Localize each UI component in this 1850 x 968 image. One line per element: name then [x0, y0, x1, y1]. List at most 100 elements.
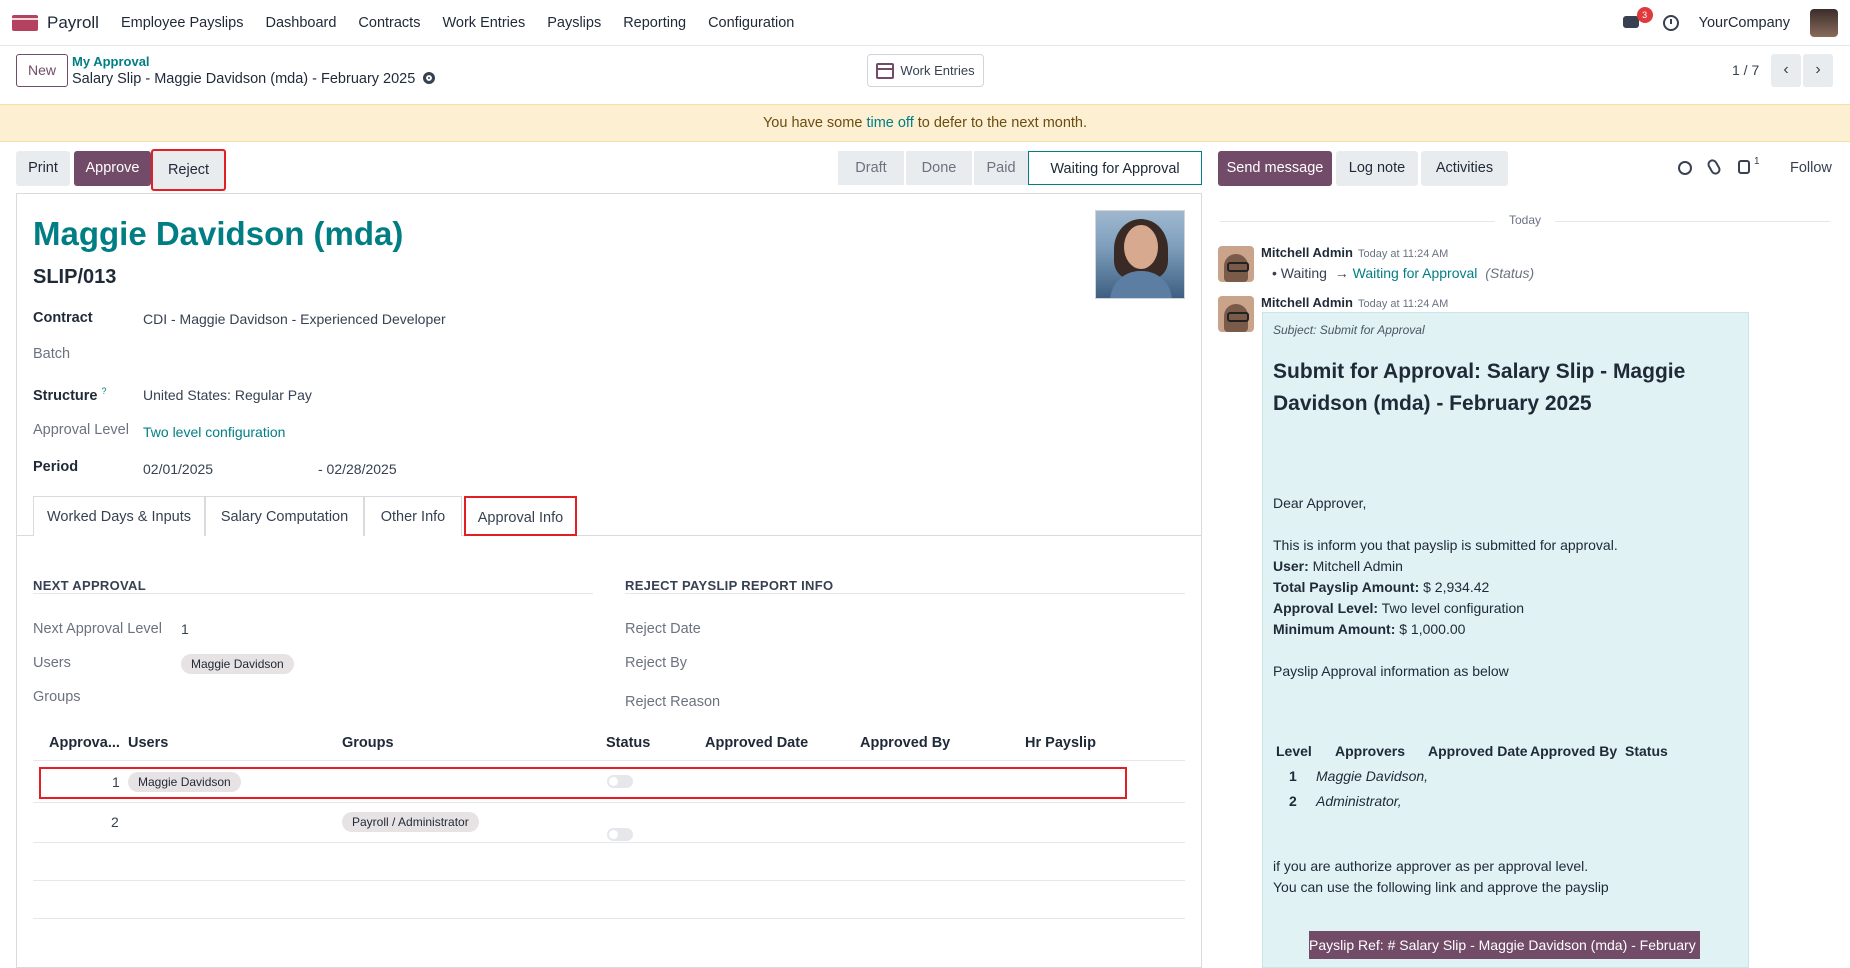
pager-prev-button[interactable]: ‹ — [1771, 54, 1801, 87]
author-avatar[interactable] — [1218, 296, 1254, 332]
paperclip-icon[interactable] — [1705, 157, 1723, 177]
contract-value[interactable]: CDI - Maggie Davidson - Experienced Deve… — [143, 311, 446, 327]
tab-other-info[interactable]: Other Info — [364, 496, 462, 536]
message-closing-2: You can use the following link and appro… — [1273, 879, 1609, 895]
col-approved-date[interactable]: Approved Date — [705, 735, 808, 751]
author-avatar[interactable] — [1218, 246, 1254, 282]
menu-reporting[interactable]: Reporting — [623, 15, 686, 31]
row-user-cell: Maggie Davidson — [128, 772, 241, 792]
mail-row-level: 1 — [1289, 768, 1297, 784]
tab-approval-info[interactable]: Approval Info — [464, 496, 577, 536]
period-to[interactable]: - 02/28/2025 — [318, 461, 397, 477]
reject-button[interactable]: Reject — [151, 149, 226, 191]
mail-row-approvers: Maggie Davidson, — [1316, 768, 1429, 784]
tracking-old: Waiting — [1280, 265, 1327, 281]
employee-photo[interactable] — [1095, 210, 1185, 299]
approval-level-label: Approval Level — [33, 422, 129, 438]
stage-draft[interactable]: Draft — [838, 151, 904, 185]
menu-payslips[interactable]: Payslips — [547, 15, 601, 31]
approval-level-value[interactable]: Two level configuration — [143, 424, 285, 440]
time-off-link[interactable]: time off — [866, 115, 913, 131]
alert-suffix: to defer to the next month. — [913, 115, 1088, 131]
pager-next-button[interactable]: › — [1803, 54, 1833, 87]
alert-prefix: You have some — [762, 115, 867, 131]
activity-clock-icon[interactable] — [1662, 15, 1679, 31]
status-toggle[interactable] — [607, 828, 633, 841]
work-entries-button[interactable]: Work Entries — [867, 54, 984, 87]
structure-value[interactable]: United States: Regular Pay — [143, 387, 312, 403]
message-time: Today at 11:24 AM — [1357, 248, 1449, 260]
followers-lock-icon[interactable] — [1738, 160, 1750, 174]
row-divider — [33, 802, 1185, 803]
mail-row-approvers: Administrator, — [1316, 793, 1402, 809]
log-note-button[interactable]: Log note — [1336, 151, 1418, 186]
batch-label: Batch — [33, 346, 71, 362]
menu-employee-payslips[interactable]: Employee Payslips — [121, 15, 244, 31]
row-divider — [33, 918, 1185, 919]
top-navbar: Payroll Employee Payslips Dashboard Cont… — [0, 0, 1850, 46]
col-status[interactable]: Status — [606, 735, 650, 751]
tracking-new: Waiting for Approval — [1352, 265, 1478, 281]
row-divider — [33, 880, 1185, 881]
messages-icon[interactable]: 3 — [1622, 7, 1653, 31]
message-heading: Submit for Approval: Salary Slip - Maggi… — [1273, 360, 1686, 415]
user-avatar[interactable] — [1810, 9, 1838, 37]
row-user-tag[interactable]: Maggie Davidson — [128, 772, 241, 792]
table-header-divider — [33, 760, 1185, 761]
follow-button[interactable]: Follow — [1790, 160, 1832, 176]
message-time: Today at 11:24 AM — [1357, 298, 1449, 310]
stage-waiting-for-approval[interactable]: Waiting for Approval — [1028, 151, 1202, 185]
col-approved-by[interactable]: Approved By — [860, 735, 950, 751]
menu-work-entries[interactable]: Work Entries — [442, 15, 525, 31]
send-message-button[interactable]: Send message — [1218, 151, 1332, 186]
row-level: 1 — [112, 774, 120, 790]
app-name[interactable]: Payroll — [47, 13, 99, 33]
tracking-line: • Waiting → Waiting for Approval (Status… — [1272, 265, 1535, 281]
row-group-cell: Payroll / Administrator — [342, 812, 479, 832]
search-icon[interactable] — [1678, 161, 1692, 175]
message-closing-1: if you are authorize approver as per app… — [1273, 858, 1589, 874]
contract-label: Contract — [33, 310, 93, 326]
mail-col-approved-by: Approved By — [1530, 743, 1618, 759]
payslip-ref-button[interactable]: Payslip Ref: # Salary Slip - Maggie Davi… — [1309, 931, 1700, 959]
message-author[interactable]: Mitchell Admin Today at 11:24 AM — [1261, 245, 1448, 260]
menu-configuration[interactable]: Configuration — [708, 15, 794, 31]
users-label: Users — [33, 655, 71, 671]
pager-value[interactable]: 1 / 7 — [1732, 62, 1759, 78]
row-divider — [33, 842, 1185, 843]
user-tag[interactable]: Maggie Davidson — [181, 654, 294, 674]
payslip-number: SLIP/013 — [33, 266, 117, 288]
message-intro: This is inform you that payslip is submi… — [1273, 537, 1618, 553]
reject-reason-label: Reject Reason — [625, 694, 721, 710]
period-from[interactable]: 02/01/2025 — [143, 461, 213, 477]
apps-menu-icon[interactable] — [12, 14, 38, 31]
time-off-alert: You have some time off to defer to the n… — [0, 104, 1850, 142]
messages-badge: 3 — [1636, 7, 1653, 23]
tab-worked-days[interactable]: Worked Days & Inputs — [33, 496, 205, 536]
message-minimum: Minimum Amount: $ 1,000.00 — [1273, 621, 1466, 637]
stage-done[interactable]: Done — [906, 151, 972, 185]
new-button[interactable]: New — [16, 54, 68, 87]
section-divider — [625, 593, 1185, 594]
stage-paid[interactable]: Paid — [974, 151, 1028, 185]
company-switcher[interactable]: YourCompany — [1699, 15, 1790, 31]
activities-button[interactable]: Activities — [1421, 151, 1508, 186]
menu-dashboard[interactable]: Dashboard — [265, 15, 336, 31]
approve-button[interactable]: Approve — [74, 151, 151, 186]
gear-icon[interactable] — [423, 72, 436, 84]
col-hr-payslip[interactable]: Hr Payslip — [1025, 735, 1096, 751]
row-level: 2 — [111, 814, 119, 830]
breadcrumb-parent[interactable]: My Approval — [72, 54, 150, 69]
col-users[interactable]: Users — [128, 735, 168, 751]
tab-salary-computation[interactable]: Salary Computation — [205, 496, 364, 536]
col-groups[interactable]: Groups — [342, 735, 394, 751]
status-toggle[interactable] — [607, 775, 633, 788]
menu-contracts[interactable]: Contracts — [358, 15, 420, 31]
help-icon[interactable]: ? — [102, 386, 107, 396]
section-divider — [33, 593, 593, 594]
col-level[interactable]: Approva... — [49, 735, 120, 751]
print-button[interactable]: Print — [16, 151, 70, 186]
today-label: Today — [1508, 213, 1542, 227]
message-author[interactable]: Mitchell Admin Today at 11:24 AM — [1261, 295, 1448, 310]
row-group-tag[interactable]: Payroll / Administrator — [342, 812, 479, 832]
